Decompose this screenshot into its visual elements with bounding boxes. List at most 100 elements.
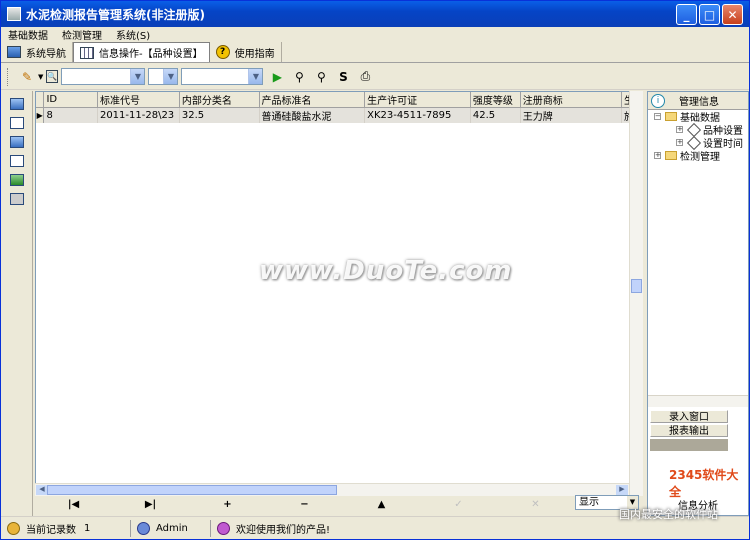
table-cell[interactable]: 普通硅酸盐水泥 — [259, 107, 366, 123]
chart-icon[interactable] — [9, 174, 24, 186]
menu-inspection[interactable]: 检测管理 — [55, 27, 109, 42]
column-header[interactable]: ID — [43, 92, 98, 108]
left-toolbar — [1, 91, 33, 516]
operator-select[interactable]: ▼ — [148, 68, 179, 85]
report-output-button[interactable]: 报表输出 — [650, 424, 728, 437]
print-icon[interactable]: ⎙ — [357, 69, 373, 85]
panel-spacer — [650, 439, 728, 451]
panel-header: i 管理信息 — [648, 92, 748, 110]
search-icon[interactable]: 🔍 — [46, 70, 59, 83]
collapse-icon[interactable]: − — [654, 113, 661, 120]
info-icon[interactable]: i — [651, 93, 665, 108]
calculator-icon[interactable] — [9, 136, 24, 148]
tree-item-inspection[interactable]: + 检测管理 — [648, 149, 748, 163]
post-record-button[interactable]: ✓ — [420, 499, 497, 510]
column-header[interactable]: 生产许可证 — [364, 92, 471, 108]
data-grid[interactable]: ID 标准代号 内部分类名 产品标准名 生产许可证 强度等级 注册商标 生 ▶ … — [35, 91, 643, 496]
people-icon — [217, 521, 230, 535]
display-select-value: 显示 — [579, 497, 599, 508]
find-icon[interactable]: ⚲ — [291, 69, 307, 85]
network-icon[interactable] — [9, 117, 24, 129]
panel-horizontal-scrollbar[interactable] — [648, 395, 748, 407]
column-header[interactable]: 注册商标 — [520, 92, 623, 108]
scroll-right-button[interactable]: ▶ — [616, 485, 628, 495]
main-window: 水泥检测报告管理系统(非注册版) _ □ ✕ 基础数据 检测管理 系统(S) 系… — [0, 0, 750, 540]
expand-icon[interactable]: + — [676, 126, 683, 133]
tab-label: 信息操作-【品种设置】 — [99, 49, 203, 60]
table-cell[interactable]: 8 — [43, 107, 98, 123]
monitor-icon[interactable] — [9, 98, 24, 110]
pencil-icon[interactable]: ✎ — [19, 69, 35, 85]
welcome-text: 欢迎使用我们的产品! — [236, 524, 331, 536]
minimize-button[interactable]: _ — [676, 4, 697, 25]
first-record-button[interactable]: |◀ — [35, 499, 112, 510]
table-cell[interactable]: XK23-4511-7895 — [364, 107, 471, 123]
records-label: 当前记录数 — [26, 524, 76, 536]
table-header: ID 标准代号 内部分类名 产品标准名 生产许可证 强度等级 注册商标 生 — [36, 92, 642, 108]
tab-info-operation[interactable]: 信息操作-【品种设置】 — [73, 42, 210, 62]
setting-icon — [686, 122, 702, 137]
toolbar: ✎ ▼ 🔍 ▼ ▼ ▼ ▶ ⚲ ⚲ S ⎙ — [1, 64, 749, 90]
help-icon: ? — [215, 45, 230, 59]
table-row[interactable]: ▶ 8 2011-11-28\23 32.5 普通硅酸盐水泥 XK23-4511… — [36, 107, 642, 123]
field-select[interactable]: ▼ — [61, 68, 146, 85]
value-select[interactable]: ▼ — [181, 68, 264, 85]
status-message: 欢迎使用我们的产品! — [211, 520, 336, 537]
tab-bar: 系统导航 信息操作-【品种设置】 ? 使用指南 — [1, 41, 749, 63]
watermark: www.DuoTe.com — [259, 256, 513, 286]
trash-icon[interactable] — [9, 193, 24, 205]
tab-system-nav[interactable]: 系统导航 — [1, 42, 73, 62]
delete-record-button[interactable]: − — [266, 499, 343, 510]
panel-title: 管理信息 — [679, 97, 719, 108]
records-count: 1 — [84, 522, 91, 534]
column-header[interactable]: 产品标准名 — [259, 92, 366, 108]
expand-icon[interactable]: + — [654, 152, 661, 159]
expand-icon[interactable]: + — [676, 139, 683, 146]
cancel-record-button[interactable]: ✕ — [497, 499, 574, 510]
column-header[interactable]: 强度等级 — [470, 92, 521, 108]
horizontal-scrollbar[interactable]: ◀ ▶ — [35, 483, 629, 496]
last-record-button[interactable]: ▶| — [112, 499, 189, 510]
user-name: Admin — [156, 522, 188, 534]
column-header[interactable]: 内部分类名 — [179, 92, 260, 108]
scroll-thumb[interactable] — [631, 279, 642, 293]
refresh-icon[interactable]: S — [335, 69, 351, 85]
watermark-subtitle: 国内最安全的软件站 — [619, 508, 718, 521]
vertical-scrollbar[interactable] — [629, 91, 643, 496]
user-icon — [137, 521, 150, 535]
monitor-icon — [7, 46, 21, 58]
menu-bar: 基础数据 检测管理 系统(S) — [1, 27, 749, 42]
add-record-button[interactable]: + — [189, 499, 266, 510]
table-cell[interactable]: 王力牌 — [520, 107, 623, 123]
tab-label: 系统导航 — [26, 48, 66, 60]
table-cell[interactable]: 2011-11-28\23 — [97, 107, 180, 123]
tab-user-guide[interactable]: ? 使用指南 — [210, 42, 282, 62]
records-icon — [7, 521, 20, 535]
toolbar-grip[interactable] — [7, 67, 10, 86]
column-header[interactable]: 标准代号 — [97, 92, 180, 108]
play-icon[interactable]: ▶ — [269, 69, 285, 85]
folder-icon — [665, 112, 677, 121]
title-bar[interactable]: 水泥检测报告管理系统(非注册版) _ □ ✕ — [1, 1, 749, 27]
folder-icon — [665, 151, 677, 160]
watermark-logo: 2345软件大全 — [669, 468, 739, 499]
find-next-icon[interactable]: ⚲ — [313, 69, 329, 85]
menu-basic-data[interactable]: 基础数据 — [1, 27, 55, 42]
data-table: ID 标准代号 内部分类名 产品标准名 生产许可证 强度等级 注册商标 生 ▶ … — [36, 92, 642, 123]
management-panel: i 管理信息 − 基础数据 + 品种设置 + 设置时间 + 检测管理 录入窗口 … — [647, 91, 749, 516]
table-cell[interactable]: 42.5 — [470, 107, 521, 123]
row-indicator: ▶ — [36, 107, 45, 123]
status-user: Admin — [131, 519, 211, 537]
maximize-button[interactable]: □ — [699, 4, 720, 25]
menu-system[interactable]: 系统(S) — [109, 27, 157, 42]
tab-label: 使用指南 — [234, 48, 275, 60]
window-title: 水泥检测报告管理系统(非注册版) — [26, 7, 205, 22]
table-cell[interactable]: 32.5 — [179, 107, 260, 123]
scroll-thumb[interactable] — [47, 485, 337, 495]
edit-record-button[interactable]: ▲ — [343, 499, 420, 510]
status-records: 当前记录数 1 — [1, 519, 131, 537]
document-icon[interactable] — [9, 155, 24, 167]
record-navigator: |◀ ▶| + − ▲ ✓ ✕ — [35, 496, 643, 513]
entry-window-button[interactable]: 录入窗口 — [650, 410, 728, 423]
close-button[interactable]: ✕ — [722, 4, 743, 25]
